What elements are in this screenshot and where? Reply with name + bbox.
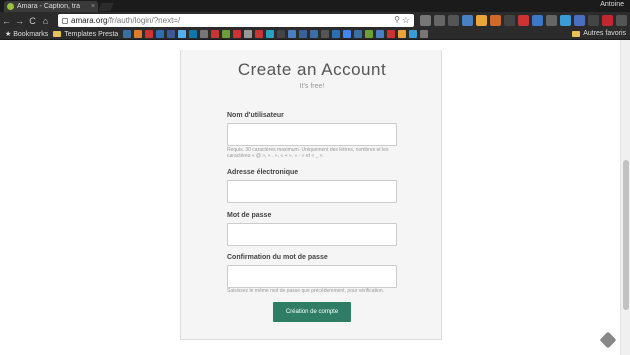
bookmark-icon[interactable] [123, 30, 132, 38]
home-icon[interactable]: ⌂ [39, 16, 52, 26]
bookmark-icon[interactable] [332, 30, 341, 38]
extension-icon[interactable] [420, 15, 431, 26]
bookmark-icon[interactable] [167, 30, 176, 38]
amara-favicon-icon [7, 3, 14, 10]
bookmark-icon[interactable] [244, 30, 253, 38]
bookmark-icon[interactable] [255, 30, 264, 38]
email-field[interactable] [227, 180, 397, 203]
profile-name[interactable]: Antoine [600, 1, 624, 8]
bookmarks-bar: ★ Bookmarks Templates Presta Autres favo… [0, 29, 630, 40]
browser-tab[interactable]: Amara - Caption, tra × [4, 1, 98, 12]
templates-label: Templates Presta [64, 30, 119, 38]
extension-icon[interactable] [574, 15, 585, 26]
bookmark-icon[interactable] [211, 30, 220, 38]
bookmark-icon[interactable] [398, 30, 407, 38]
bookmark-icon[interactable] [200, 30, 209, 38]
bookmark-icon[interactable] [387, 30, 396, 38]
new-tab-button[interactable] [98, 3, 114, 11]
extension-icon[interactable] [532, 15, 543, 26]
back-icon[interactable]: ← [0, 16, 13, 26]
extension-icon[interactable] [462, 15, 473, 26]
extension-icon[interactable] [546, 15, 557, 26]
reload-icon[interactable]: C [26, 16, 39, 26]
url-host: amara.org [71, 16, 108, 25]
password-key-icon[interactable]: ⚲ [394, 15, 400, 24]
menu-icon[interactable] [616, 15, 627, 26]
confirm-password-help: Saisissez le même mot de passe que précé… [227, 288, 385, 294]
bookmark-icon[interactable] [420, 30, 429, 38]
tab-close-icon[interactable]: × [91, 3, 95, 10]
scrollbar-thumb[interactable] [623, 160, 629, 310]
bookmark-icon[interactable] [189, 30, 198, 38]
signup-card: Create an Account It's free! Nom d'utili… [180, 50, 442, 340]
forward-icon[interactable]: → [13, 16, 26, 26]
email-label: Adresse électronique [227, 169, 299, 176]
bookmark-icons [123, 30, 429, 38]
bookmark-icon[interactable] [299, 30, 308, 38]
folder-icon [572, 30, 581, 37]
bookmark-icon[interactable] [310, 30, 319, 38]
bookmark-icon[interactable] [277, 30, 286, 38]
extension-icon[interactable] [504, 15, 515, 26]
folder-icon [53, 31, 62, 37]
bookmark-icon[interactable] [266, 30, 275, 38]
bookmark-icon[interactable] [376, 30, 385, 38]
bookmark-icon[interactable] [354, 30, 363, 38]
page-title: Create an Account [237, 60, 387, 79]
confirm-password-field[interactable] [227, 265, 397, 288]
bookmark-icon[interactable] [321, 30, 330, 38]
bookmark-icon[interactable] [222, 30, 231, 38]
password-field[interactable] [227, 223, 397, 246]
bookmark-icon[interactable] [156, 30, 165, 38]
page-content: Create an Account It's free! Nom d'utili… [0, 40, 620, 355]
username-label: Nom d'utilisateur [227, 112, 284, 119]
page-info-icon[interactable] [62, 17, 68, 24]
page-subtitle: It's free! [299, 83, 325, 90]
username-help: Requis. 30 caractères maximum. Uniquemen… [227, 147, 389, 159]
bookmark-icon[interactable] [233, 30, 242, 38]
extension-icon[interactable] [588, 15, 599, 26]
other-bookmarks-label: Autres favoris [583, 30, 626, 37]
extension-icon[interactable] [476, 15, 487, 26]
confirm-password-label: Confirmation du mot de passe [227, 254, 328, 261]
bookmarks-label: Bookmarks [13, 30, 49, 38]
password-label: Mot de passe [227, 212, 272, 219]
page-scrollbar[interactable] [620, 40, 630, 355]
pinterest-icon[interactable] [602, 15, 613, 26]
bookmark-icon[interactable] [365, 30, 374, 38]
tab-title: Amara - Caption, tra [17, 3, 81, 10]
bookmark-icon[interactable] [288, 30, 297, 38]
browser-titlebar: Amara - Caption, tra × Antoine [0, 0, 630, 12]
extension-icon[interactable] [490, 15, 501, 26]
bookmark-icon[interactable] [409, 30, 418, 38]
extension-icon[interactable] [518, 15, 529, 26]
templates-folder[interactable]: Templates Presta [53, 31, 118, 38]
extension-icons [420, 15, 627, 26]
bookmark-icon[interactable] [145, 30, 154, 38]
extension-icon[interactable] [434, 15, 445, 26]
extension-icon[interactable] [448, 15, 459, 26]
address-bar[interactable]: amara.org /fr/auth/login/?next=/ ⚲ ☆ [58, 14, 414, 27]
extension-icon[interactable] [560, 15, 571, 26]
bookmark-icon[interactable] [178, 30, 187, 38]
bookmark-icon[interactable] [134, 30, 143, 38]
url-path: /fr/auth/login/?next=/ [107, 16, 181, 25]
bookmark-star-icon[interactable]: ☆ [402, 15, 410, 26]
create-account-button[interactable]: Création de compte [273, 302, 351, 322]
bookmark-icon[interactable] [343, 30, 352, 38]
browser-toolbar: ← → C ⌂ amara.org /fr/auth/login/?next=/… [0, 12, 630, 29]
bookmarks-menu[interactable]: ★ Bookmarks [5, 30, 49, 39]
other-bookmarks[interactable]: Autres favoris [572, 30, 626, 37]
username-field[interactable] [227, 123, 397, 146]
